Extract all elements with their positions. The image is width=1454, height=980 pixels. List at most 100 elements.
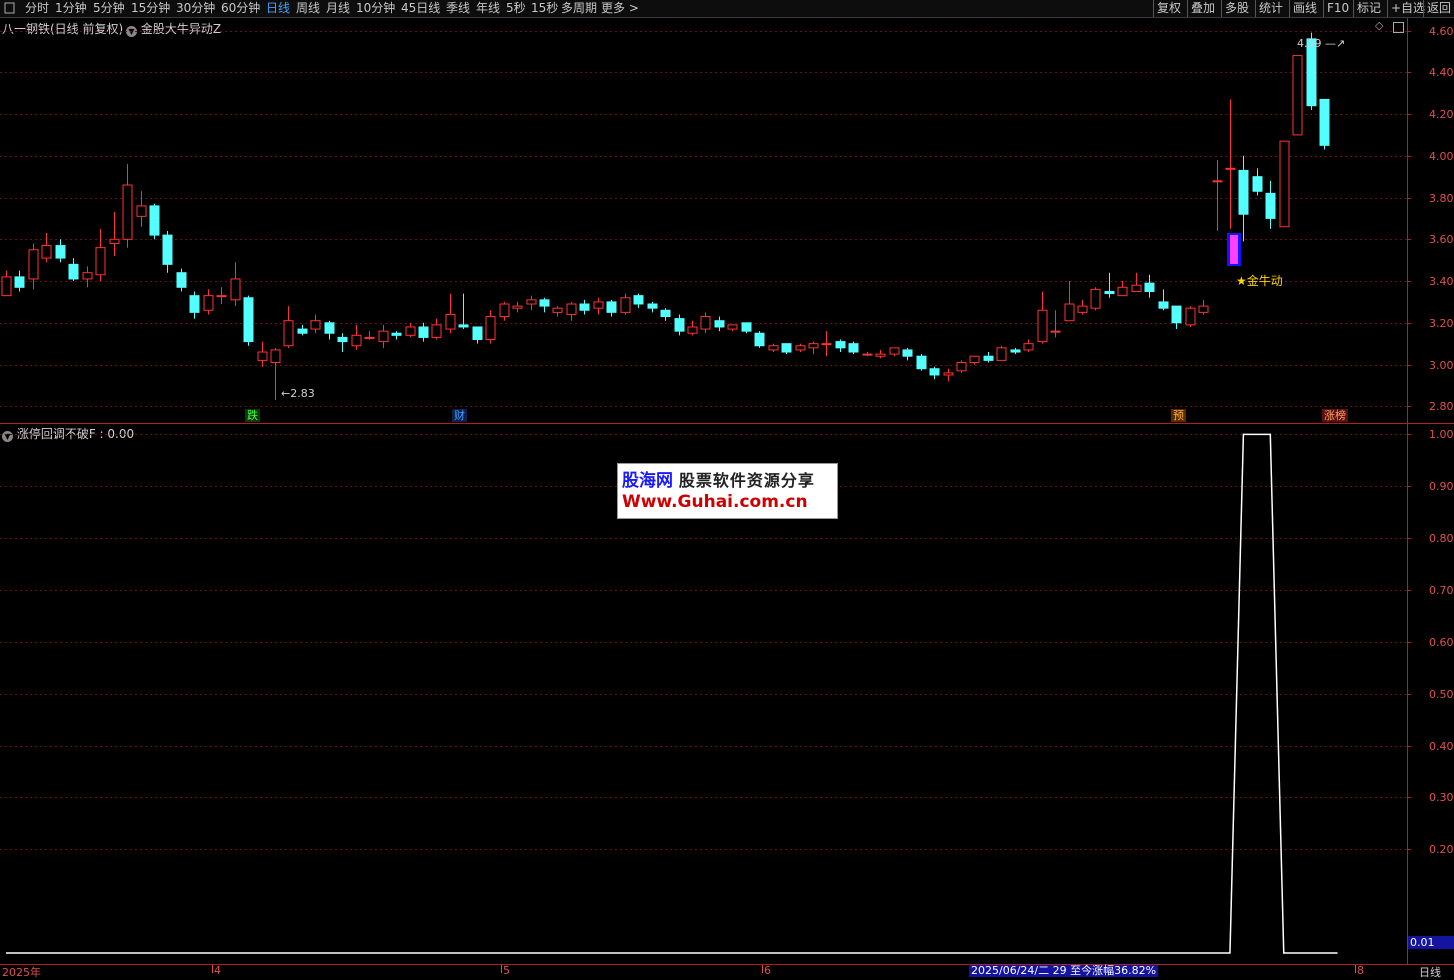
badge-finance[interactable]: 财	[452, 409, 467, 422]
candle	[28, 243, 39, 290]
candle	[391, 331, 402, 340]
watermark-logo: 股海网 股票软件资源分享 Www.Guhai.com.cn	[617, 463, 838, 519]
price-axis-label: 4.20	[1429, 107, 1454, 121]
badge-limit-up-rank[interactable]: 涨榜	[1322, 409, 1348, 422]
low-price-marker: ←2.83	[281, 387, 315, 400]
candle-body	[956, 361, 967, 372]
badge-forecast[interactable]: 预	[1171, 409, 1186, 422]
candle	[969, 355, 980, 365]
candle-body	[1238, 169, 1249, 215]
badge-fall[interactable]: 跌	[245, 409, 260, 422]
candle	[875, 349, 886, 359]
candle-body	[862, 353, 873, 356]
price-axis-label: 4.40	[1429, 65, 1454, 79]
candle	[324, 320, 335, 340]
candle-body	[848, 343, 859, 353]
candle-body	[1, 276, 12, 297]
candle-body	[1171, 305, 1182, 324]
price-axis-label: 2.80	[1429, 399, 1454, 413]
candle-body	[55, 245, 66, 259]
candle-body	[1010, 349, 1021, 353]
candle	[983, 352, 994, 363]
candle-body	[687, 326, 698, 334]
candle-body	[324, 322, 335, 334]
candle	[472, 326, 483, 344]
candle-body	[41, 245, 52, 259]
candle	[162, 230, 173, 273]
sub-axis-label: 0.90	[1429, 479, 1454, 493]
price-axis-label: 3.60	[1429, 232, 1454, 246]
sub-axis-label: 0.80	[1429, 531, 1454, 545]
candle	[1158, 289, 1169, 311]
candle	[337, 333, 348, 353]
candle-body	[122, 184, 133, 240]
candle	[996, 345, 1007, 361]
candle	[1198, 299, 1209, 315]
candle-body	[431, 324, 442, 338]
candle	[1279, 140, 1290, 228]
sub-axis-label: 0.30	[1429, 790, 1454, 804]
candle-body	[1023, 343, 1034, 351]
candle	[929, 366, 940, 380]
price-axis-label: 4.00	[1429, 149, 1454, 163]
candle	[95, 228, 106, 282]
candle	[1090, 287, 1101, 311]
candle	[1238, 155, 1249, 242]
candle	[768, 343, 779, 353]
date-label-apr: 4	[214, 964, 221, 977]
date-label-year: 2025年	[2, 966, 41, 979]
candle	[270, 347, 281, 401]
candle	[378, 324, 389, 348]
candle-body	[1225, 167, 1236, 170]
candle	[364, 331, 375, 340]
candle	[1064, 281, 1075, 322]
candle	[230, 262, 241, 307]
candle-body	[82, 272, 93, 280]
candle-body	[162, 234, 173, 265]
candle-body	[1212, 180, 1223, 183]
candle-body	[1319, 98, 1330, 146]
candle-body	[1292, 55, 1303, 136]
candle-body	[795, 345, 806, 351]
candle-body	[364, 336, 375, 339]
candle-body	[889, 347, 900, 355]
candle-body	[1131, 284, 1142, 292]
candle-body	[606, 301, 617, 313]
candle-body	[593, 301, 604, 309]
candle-body	[633, 295, 644, 305]
candle-body	[270, 349, 281, 363]
candle-body	[660, 309, 671, 318]
sub-axis-label: 1.00	[1429, 427, 1454, 441]
price-axis-label: 3.40	[1429, 274, 1454, 288]
candle-body	[1090, 288, 1101, 309]
candle-body	[405, 326, 416, 336]
candle	[633, 293, 644, 309]
candle	[203, 289, 214, 315]
candle	[41, 233, 52, 263]
candle	[956, 360, 967, 373]
candle	[1037, 291, 1048, 344]
candle-body	[149, 205, 160, 236]
candle-body	[283, 320, 294, 347]
date-label-may: 5	[503, 964, 510, 977]
candle	[1050, 310, 1061, 338]
candle	[1077, 299, 1088, 315]
candle-body	[230, 278, 241, 301]
candle-body	[552, 307, 563, 313]
candle	[552, 306, 563, 317]
sub-current-value: 0.01	[1408, 936, 1454, 949]
candle	[579, 299, 590, 315]
candle-body	[1077, 305, 1088, 313]
candle	[539, 297, 550, 313]
candle	[176, 268, 187, 292]
candle-body	[1198, 305, 1209, 313]
sub-axis-label: 0.40	[1429, 739, 1454, 753]
candle	[1023, 339, 1034, 353]
candle	[1252, 168, 1263, 196]
candle	[1185, 306, 1196, 327]
candle	[1292, 55, 1303, 136]
candle	[674, 314, 685, 336]
price-axis-label: 4.60	[1429, 24, 1454, 38]
candle	[835, 339, 846, 353]
candle	[727, 324, 738, 332]
